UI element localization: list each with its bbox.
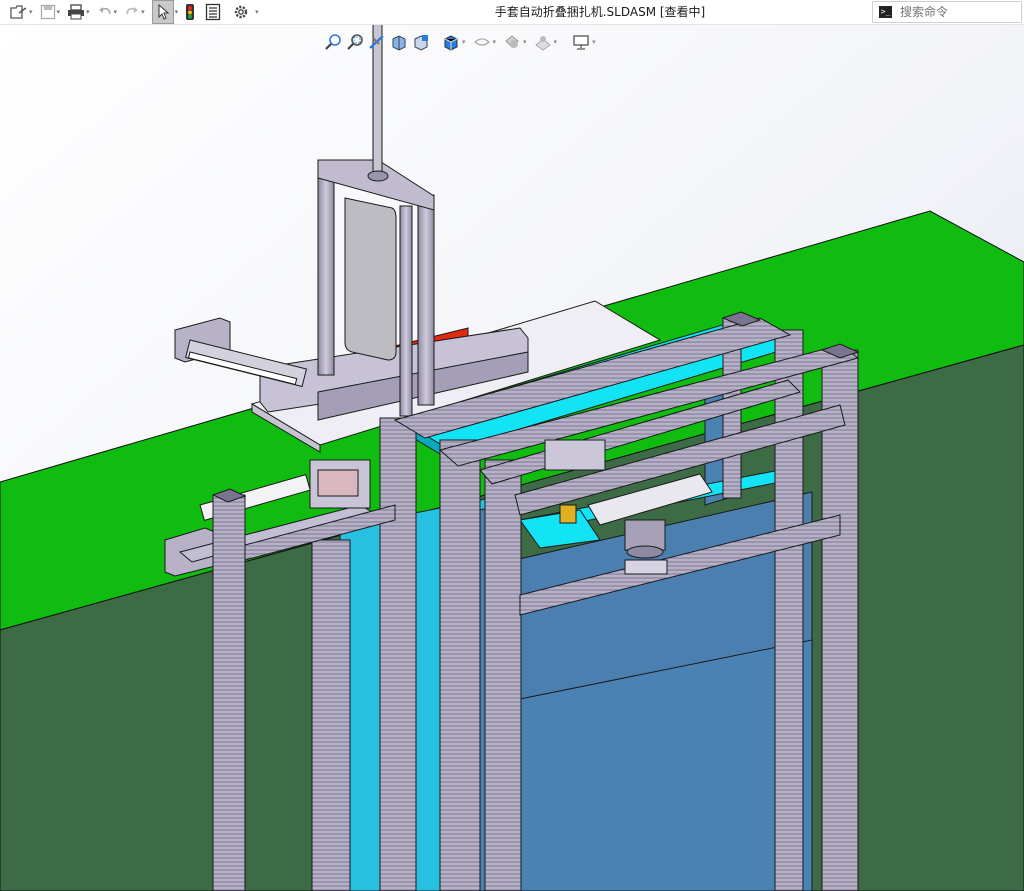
- zoom-to-area-icon[interactable]: [344, 31, 366, 53]
- redo-icon[interactable]: [124, 1, 140, 23]
- profile-post-center-b: [439, 439, 481, 891]
- print-dropdown-arrow[interactable]: ▾: [86, 8, 90, 16]
- view-orientation-icon[interactable]: [440, 31, 462, 53]
- options-dropdown-arrow[interactable]: ▾: [255, 8, 259, 16]
- guide-block-center: [544, 439, 606, 471]
- clamp-swivel-base: [626, 545, 664, 559]
- profile-post-right-a: [774, 329, 804, 891]
- dynamic-annotation-view-icon[interactable]: [410, 31, 432, 53]
- display-style-icon[interactable]: [471, 31, 493, 53]
- profile-post-center-a: [379, 417, 417, 891]
- profile-post-right-b: [821, 349, 859, 891]
- file-properties-icon[interactable]: [205, 1, 221, 23]
- profile-post-mid-left: [311, 539, 351, 891]
- edit-appearance-icon[interactable]: [532, 31, 554, 53]
- press-frame-inner-post: [399, 205, 413, 417]
- title-bar: ▾ ▾ ▾ ▾ ▾ ▾ ▾ 手套自动折叠捆扎机.SLDASM [查看中] >_: [0, 0, 1024, 25]
- yellow-sensor-block: [559, 504, 577, 524]
- save-dropdown-arrow[interactable]: ▾: [57, 8, 61, 16]
- zoom-to-fit-icon[interactable]: [322, 31, 344, 53]
- save-icon[interactable]: [40, 1, 56, 23]
- document-title: 手套自动折叠捆扎机.SLDASM [查看中]: [494, 5, 706, 19]
- press-frame-left-post: [317, 164, 335, 376]
- hide-show-items-icon[interactable]: [501, 31, 523, 53]
- press-plate: [344, 197, 397, 361]
- rack-red-teeth: [317, 469, 359, 497]
- undo-dropdown-arrow[interactable]: ▾: [114, 8, 118, 16]
- section-view-icon[interactable]: [388, 31, 410, 53]
- graphics-viewport[interactable]: [0, 24, 1024, 891]
- clamp-foot: [624, 559, 668, 575]
- options-gear-icon[interactable]: [233, 1, 249, 23]
- select-pointer-icon[interactable]: [151, 0, 174, 24]
- select-dropdown-arrow[interactable]: ▾: [175, 8, 179, 16]
- hide-show-dropdown[interactable]: ▾: [523, 38, 527, 46]
- rod-end-nut: [367, 170, 389, 182]
- command-search-box[interactable]: >_: [872, 1, 1022, 23]
- view-settings-dropdown[interactable]: ▾: [592, 38, 596, 46]
- view-orientation-dropdown[interactable]: ▾: [462, 38, 466, 46]
- open-dropdown-arrow[interactable]: ▾: [29, 8, 33, 16]
- command-prompt-icon: >_: [879, 6, 892, 18]
- display-style-dropdown[interactable]: ▾: [493, 38, 497, 46]
- redo-dropdown-arrow[interactable]: ▾: [141, 8, 145, 16]
- print-icon[interactable]: [67, 1, 85, 23]
- view-settings-icon[interactable]: [570, 31, 592, 53]
- rebuild-traffic-light-icon[interactable]: [185, 1, 195, 23]
- undo-icon[interactable]: [97, 1, 113, 23]
- press-frame-right-post: [417, 194, 435, 406]
- previous-view-icon[interactable]: [366, 31, 388, 53]
- heads-up-view-toolbar: ▾ ▾ ▾ ▾ ▾: [322, 30, 601, 54]
- edit-appearance-dropdown[interactable]: ▾: [554, 38, 558, 46]
- profile-post-front-left: [212, 494, 246, 891]
- open-icon[interactable]: [10, 1, 28, 23]
- profile-post-center-c: [484, 459, 522, 891]
- command-search-input[interactable]: [898, 4, 1012, 20]
